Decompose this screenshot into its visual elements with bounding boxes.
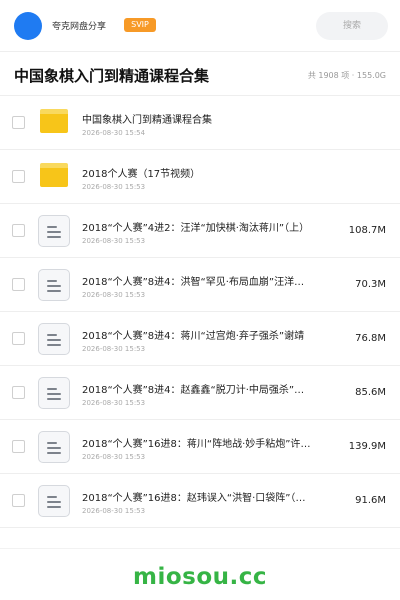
select-checkbox[interactable]	[12, 170, 25, 183]
document-icon	[38, 485, 70, 517]
folder-row[interactable]: 中国象棋入门到精通课程合集 2026-08-30 15:54	[0, 96, 400, 150]
file-list: 中国象棋入门到精通课程合集 2026-08-30 15:54 2018个人赛（17节…	[0, 96, 400, 528]
select-checkbox[interactable]	[12, 386, 25, 399]
search-button[interactable]: 搜索	[316, 12, 388, 40]
file-row[interactable]: 2018“个人赛”16进8：赵玮误入“洪智·口袋阵”（上） 2026-08-30 …	[0, 474, 400, 528]
footer: miosou.cc	[0, 548, 400, 600]
select-checkbox[interactable]	[12, 224, 25, 237]
file-name: 2018“个人赛”16进8：赵玮误入“洪智·口袋阵”（上）	[82, 493, 314, 504]
file-size: 108.7M	[348, 225, 386, 236]
file-row[interactable]: 2018“个人赛”16进8：蒋川“阵地战·妙手粘炮”许银川 2026-08-30 …	[0, 420, 400, 474]
page-title: 中国象棋入门到精通课程合集	[14, 67, 210, 85]
file-date: 2026-08-30 15:53	[82, 345, 146, 353]
select-checkbox[interactable]	[12, 440, 25, 453]
folder-icon	[38, 161, 70, 193]
share-owner-name: 夸克网盘分享	[52, 22, 107, 32]
file-date: 2026-08-30 15:53	[82, 453, 146, 461]
top-bar: 夸克网盘分享 SVIP 搜索	[0, 0, 400, 52]
title-row: 中国象棋入门到精通课程合集 共 1908 项 · 155.0G	[0, 52, 400, 96]
file-date: 2026-08-30 15:53	[82, 507, 146, 515]
select-checkbox[interactable]	[12, 278, 25, 291]
file-date: 2026-08-30 15:53	[82, 237, 146, 245]
file-name: 中国象棋入门到精通课程合集	[82, 115, 212, 126]
document-icon	[38, 431, 70, 463]
select-checkbox[interactable]	[12, 332, 25, 345]
document-icon	[38, 215, 70, 247]
avatar[interactable]	[14, 12, 42, 40]
file-date: 2026-08-30 15:53	[82, 183, 146, 191]
file-size: 139.9M	[348, 441, 386, 452]
file-name: 2018“个人赛”8进4：洪智“罕见·布局血崩”汪洋（上）	[82, 277, 314, 288]
item-count-summary: 共 1908 项 · 155.0G	[307, 71, 386, 80]
file-name: 2018个人赛（17节视频）	[82, 169, 201, 180]
file-name: 2018“个人赛”8进4：赵鑫鑫“脱刀计·中局强杀”孟辰	[82, 385, 314, 396]
file-size: 91.6M	[355, 495, 386, 506]
document-icon	[38, 323, 70, 355]
svip-badge: SVIP	[124, 18, 156, 32]
file-date: 2026-08-30 15:54	[82, 129, 146, 137]
file-name: 2018“个人赛”8进4：蒋川“过宫炮·弃子强杀”谢靖	[82, 331, 305, 342]
file-size: 70.3M	[355, 279, 386, 290]
file-row[interactable]: 2018“个人赛”8进4：赵鑫鑫“脱刀计·中局强杀”孟辰 2026-08-30 1…	[0, 366, 400, 420]
select-checkbox[interactable]	[12, 494, 25, 507]
document-icon	[38, 269, 70, 301]
file-date: 2026-08-30 15:53	[82, 291, 146, 299]
folder-row[interactable]: 2018个人赛（17节视频） 2026-08-30 15:53	[0, 150, 400, 204]
folder-icon	[38, 107, 70, 139]
file-size: 85.6M	[355, 387, 386, 398]
file-name: 2018“个人赛”16进8：蒋川“阵地战·妙手粘炮”许银川	[82, 439, 314, 450]
file-name: 2018“个人赛”4进2：汪洋“加快棋·淘汰蒋川”（上）	[82, 223, 310, 234]
file-size: 76.8M	[355, 333, 386, 344]
file-date: 2026-08-30 15:53	[82, 399, 146, 407]
brand-watermark: miosou.cc	[132, 564, 268, 590]
file-row[interactable]: 2018“个人赛”4进2：汪洋“加快棋·淘汰蒋川”（上） 2026-08-30 1…	[0, 204, 400, 258]
file-row[interactable]: 2018“个人赛”8进4：洪智“罕见·布局血崩”汪洋（上） 2026-08-30 …	[0, 258, 400, 312]
document-icon	[38, 377, 70, 409]
select-checkbox[interactable]	[12, 116, 25, 129]
file-row[interactable]: 2018“个人赛”8进4：蒋川“过宫炮·弃子强杀”谢靖 2026-08-30 15…	[0, 312, 400, 366]
